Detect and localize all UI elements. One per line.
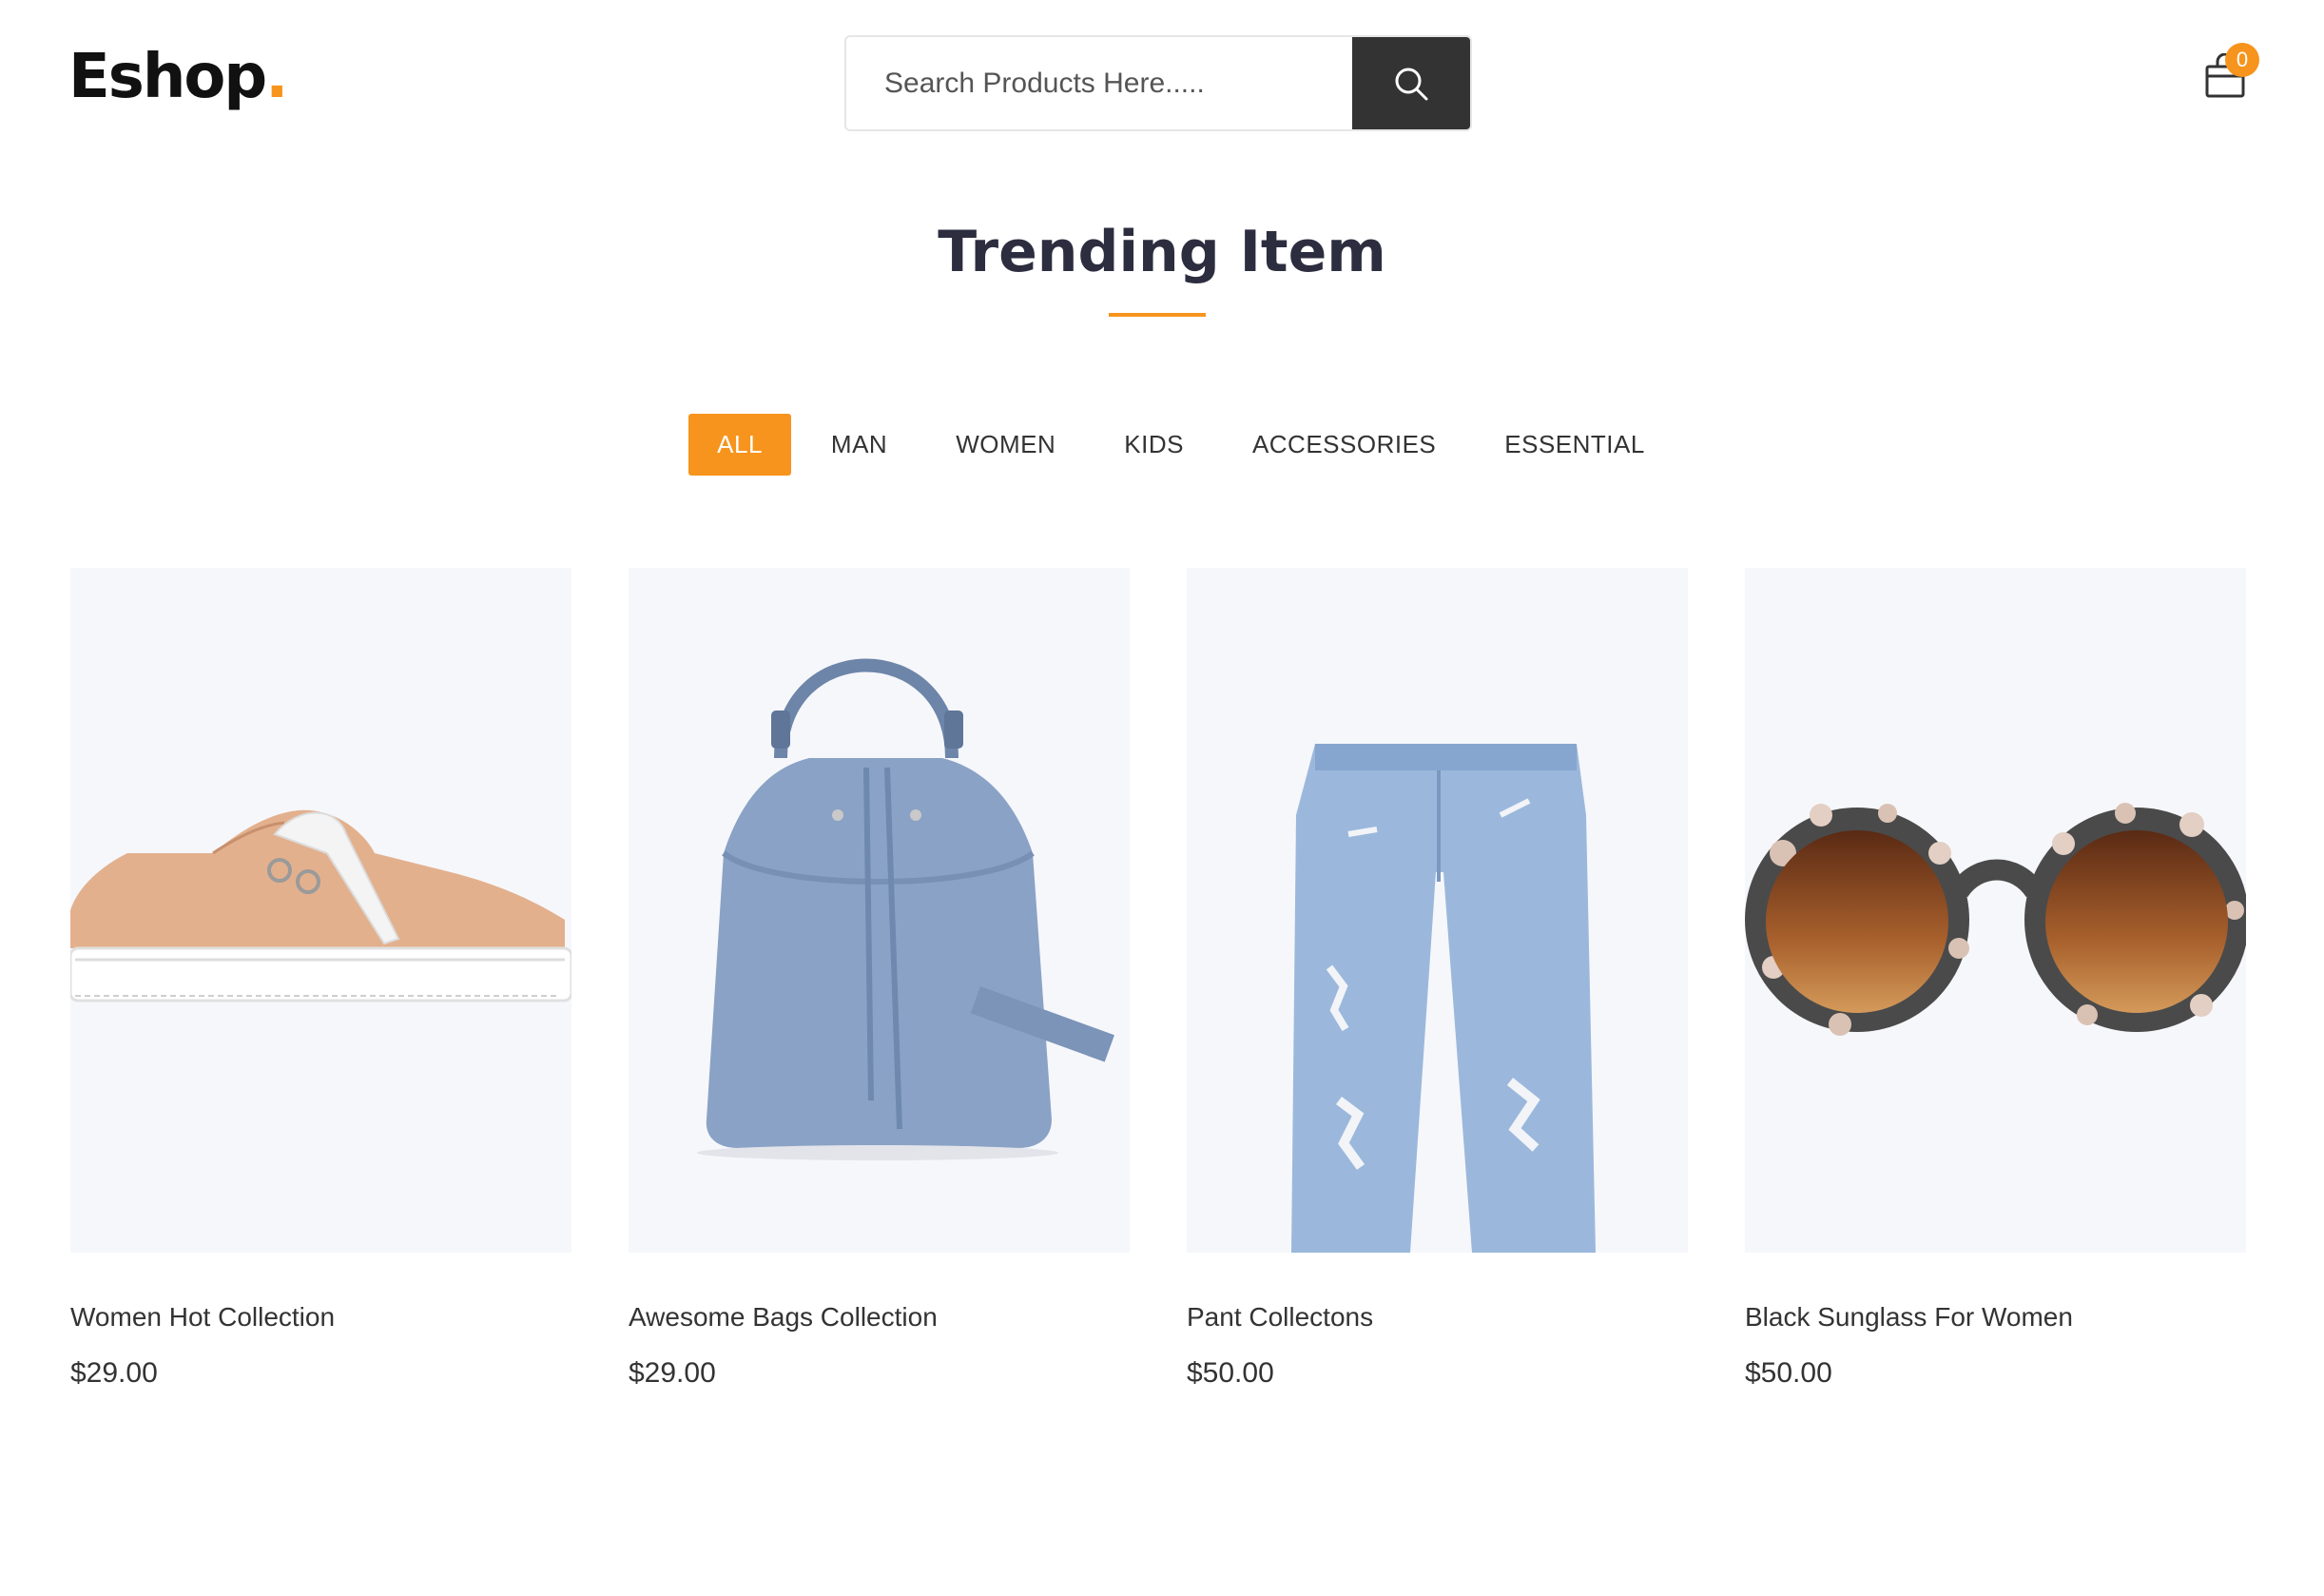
search-input[interactable] (846, 37, 1352, 129)
logo-dot: . (265, 42, 288, 112)
product-price: $50.00 (1187, 1357, 1274, 1389)
filter-women[interactable]: WOMEN (927, 414, 1084, 476)
product-price: $50.00 (1745, 1357, 1832, 1389)
product-image-sunglasses[interactable] (1745, 568, 2246, 1253)
product-image-jeans[interactable] (1187, 568, 1688, 1253)
section-title: Trending Item (938, 219, 1386, 285)
title-underline (1109, 313, 1206, 317)
filter-man[interactable]: MAN (803, 414, 916, 476)
search-icon (1395, 68, 1428, 100)
filter-all[interactable]: ALL (688, 414, 791, 476)
product-image-bucket-bag[interactable] (629, 568, 1130, 1253)
product-card[interactable]: Women Hot Collection $29.00 (70, 568, 571, 1390)
product-card[interactable]: Pant Collectons $50.00 (1187, 568, 1688, 1390)
product-image-sneaker[interactable] (70, 568, 571, 1253)
logo[interactable]: Eshop. (68, 42, 288, 112)
logo-text: Eshop (68, 42, 267, 112)
product-price: $29.00 (70, 1357, 158, 1389)
product-title[interactable]: Awesome Bags Collection (629, 1302, 1130, 1333)
filter-essential[interactable]: ESSENTIAL (1476, 414, 1674, 476)
product-grid: Women Hot Collection $29.00 Awesome Bags… (70, 568, 2246, 1390)
filter-tabs: ALL MAN WOMEN KIDS ACCESSORIES ESSENTIAL (0, 414, 2324, 476)
product-price: $29.00 (629, 1357, 716, 1389)
product-card[interactable]: Black Sunglass For Women $50.00 (1745, 568, 2246, 1390)
product-title[interactable]: Pant Collectons (1187, 1302, 1688, 1333)
product-title[interactable]: Black Sunglass For Women (1745, 1302, 2246, 1333)
search-button[interactable] (1352, 37, 1470, 129)
filter-kids[interactable]: KIDS (1095, 414, 1212, 476)
product-title[interactable]: Women Hot Collection (70, 1302, 571, 1333)
search-bar (844, 35, 1472, 131)
product-card[interactable]: Awesome Bags Collection $29.00 (629, 568, 1130, 1390)
cart-count-badge: 0 (2225, 43, 2259, 77)
filter-accessories[interactable]: ACCESSORIES (1224, 414, 1464, 476)
